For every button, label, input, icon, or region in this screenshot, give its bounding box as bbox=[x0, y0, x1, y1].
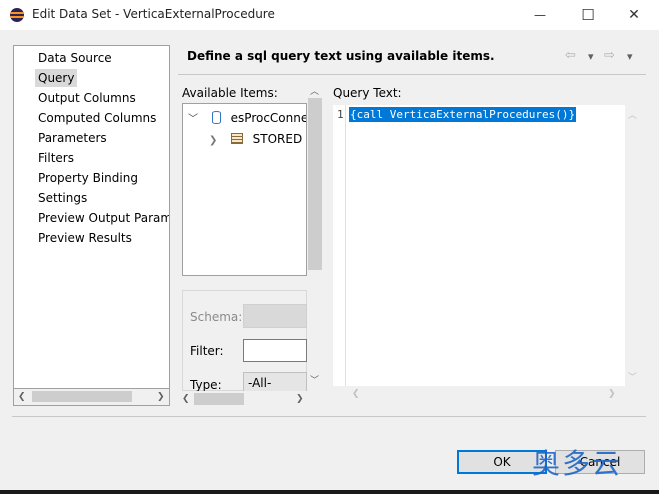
close-button[interactable]: ✕ bbox=[611, 0, 657, 30]
nav-item-data-source[interactable]: Data Source bbox=[14, 48, 169, 68]
back-arrow-icon[interactable]: ⇦ bbox=[565, 48, 576, 63]
editor-scroll-up-icon[interactable]: ︿ bbox=[628, 111, 637, 121]
tree-node-connection[interactable]: ﹀ esProcConnection bbox=[188, 109, 306, 129]
forward-arrow-icon[interactable]: ⇨ bbox=[604, 48, 615, 63]
forward-dropdown-icon[interactable]: ▾ bbox=[627, 50, 633, 63]
nav-item-parameters[interactable]: Parameters bbox=[14, 128, 169, 148]
maximize-button[interactable]: ☐ bbox=[565, 0, 611, 30]
nav-item-property-binding[interactable]: Property Binding bbox=[14, 168, 169, 188]
nav-item-label: Output Columns bbox=[38, 91, 136, 105]
filter-label: Filter: bbox=[190, 344, 224, 358]
database-icon bbox=[211, 111, 221, 124]
line-number-gutter bbox=[333, 105, 346, 386]
nav-item-label: Preview Output Parameters bbox=[38, 211, 169, 225]
expand-right-icon[interactable]: ❯ bbox=[209, 132, 221, 150]
scroll-left-icon[interactable]: ❮ bbox=[182, 394, 190, 404]
nav-item-output-columns[interactable]: Output Columns bbox=[14, 88, 169, 108]
nav-item-label: Query bbox=[35, 69, 78, 87]
nav-item-filters[interactable]: Filters bbox=[14, 148, 169, 168]
minimize-button[interactable]: — bbox=[517, 0, 563, 30]
nav-item-query[interactable]: Query bbox=[14, 68, 169, 88]
header-divider bbox=[178, 74, 646, 75]
close-icon: ✕ bbox=[628, 7, 640, 23]
nav-horizontal-scrollbar[interactable]: ❮ ❯ bbox=[13, 389, 170, 406]
page-title: Define a sql query text using available … bbox=[187, 49, 495, 63]
editor-horizontal-scrollbar[interactable]: ❮ ❯ bbox=[346, 386, 625, 402]
nav-item-label: Filters bbox=[38, 151, 74, 165]
line-number: 1 bbox=[337, 108, 344, 121]
scroll-right-icon[interactable]: ❯ bbox=[157, 392, 165, 402]
minimize-icon: — bbox=[534, 8, 546, 22]
tree-node-label: esProcConnection bbox=[230, 111, 306, 125]
nav-item-preview-output-parameters[interactable]: Preview Output Parameters bbox=[14, 208, 169, 228]
type-label: Type: bbox=[190, 378, 222, 392]
schema-label: Schema: bbox=[190, 310, 243, 324]
table-icon bbox=[230, 133, 243, 144]
bottom-divider bbox=[12, 416, 646, 417]
window-title: Edit Data Set - VerticaExternalProcedure bbox=[32, 7, 275, 21]
back-dropdown-icon[interactable]: ▾ bbox=[588, 50, 594, 63]
nav-item-label: Data Source bbox=[38, 51, 112, 65]
available-items-label: Available Items: bbox=[182, 86, 278, 100]
taskbar-edge bbox=[0, 490, 659, 494]
tree-node-stored-procedures[interactable]: ❯ STORED PROCEDURES bbox=[209, 130, 306, 150]
tree-scroll-thumb[interactable] bbox=[308, 98, 322, 270]
nav-item-label: Preview Results bbox=[38, 231, 132, 245]
scroll-left-icon[interactable]: ❮ bbox=[352, 389, 360, 399]
nav-item-label: Parameters bbox=[38, 131, 107, 145]
maximize-icon: ☐ bbox=[581, 6, 595, 24]
scroll-down-icon[interactable]: ﹀ bbox=[310, 376, 319, 386]
nav-item-label: Settings bbox=[38, 191, 88, 205]
scroll-right-icon[interactable]: ❯ bbox=[296, 394, 304, 404]
nav-item-preview-results[interactable]: Preview Results bbox=[14, 228, 169, 248]
editor-scroll-down-icon[interactable]: ﹀ bbox=[628, 373, 637, 383]
query-text-label: Query Text: bbox=[333, 86, 402, 100]
nav-list: Data Source Query Output Columns Computed C… bbox=[14, 48, 169, 248]
query-text-selected[interactable]: {call VerticaExternalProcedures()} bbox=[349, 107, 577, 122]
filter-input[interactable] bbox=[243, 339, 307, 362]
nav-item-label: Property Binding bbox=[38, 171, 138, 185]
expand-down-icon[interactable]: ﹀ bbox=[188, 111, 200, 129]
schema-select bbox=[243, 304, 307, 328]
nav-item-computed-columns[interactable]: Computed Columns bbox=[14, 108, 169, 128]
scroll-left-icon[interactable]: ❮ bbox=[18, 392, 26, 402]
nav-panel: Data Source Query Output Columns Computed C… bbox=[13, 45, 170, 389]
scroll-up-icon[interactable]: ︿ bbox=[310, 87, 319, 97]
nav-item-label: Computed Columns bbox=[38, 111, 157, 125]
tree-node-label: STORED PROCEDURES bbox=[252, 132, 306, 146]
nav-item-settings[interactable]: Settings bbox=[14, 188, 169, 208]
nav-scroll-thumb[interactable] bbox=[32, 391, 132, 402]
available-items-tree[interactable]: ﹀ esProcConnection ❯ STORED PROCEDURES bbox=[182, 103, 307, 276]
scroll-right-icon[interactable]: ❯ bbox=[608, 389, 616, 399]
query-editor[interactable] bbox=[333, 105, 625, 386]
middle-scroll-thumb[interactable] bbox=[194, 393, 244, 405]
eclipse-app-icon bbox=[10, 8, 24, 22]
watermark-logo: 奥多云 bbox=[532, 447, 623, 480]
